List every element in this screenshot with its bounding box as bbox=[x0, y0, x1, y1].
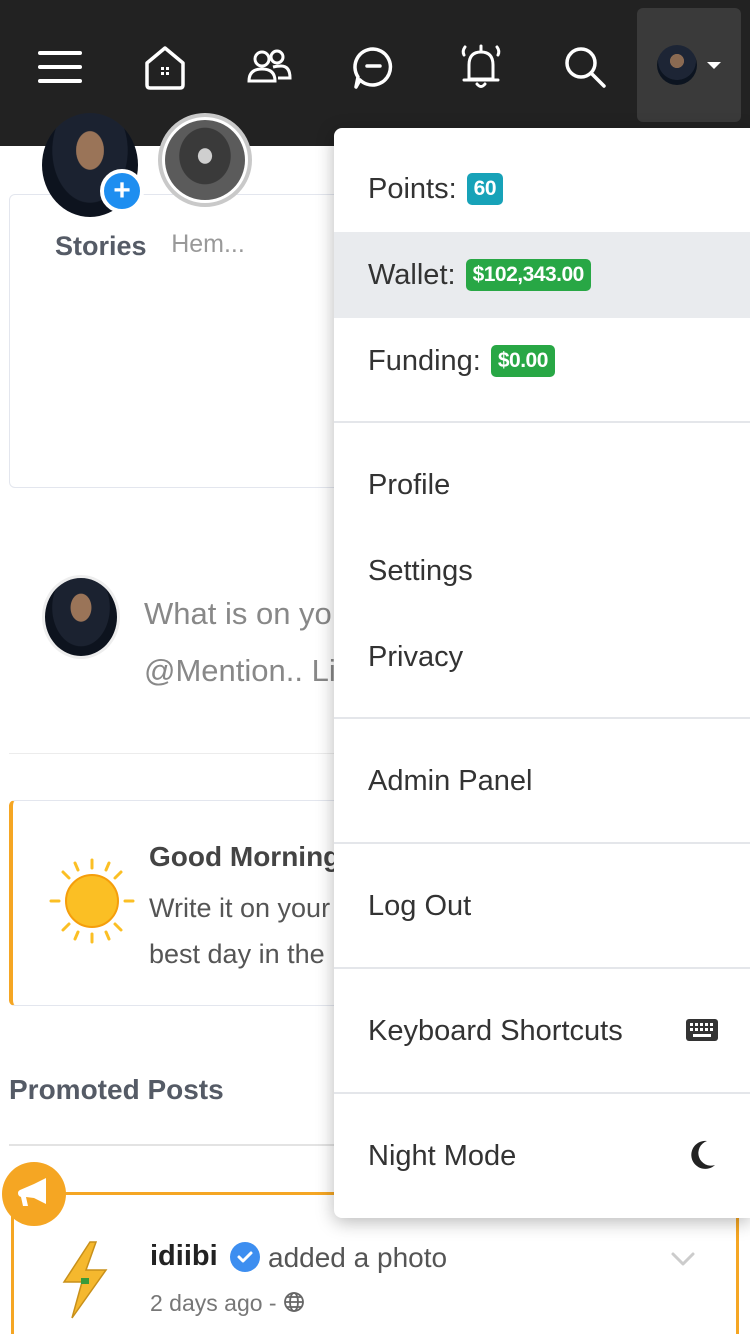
funding-label: Funding: bbox=[368, 344, 481, 377]
menu-divider bbox=[334, 421, 750, 423]
user-dropdown-menu: Points: 60 Wallet: $102,343.00 Funding: … bbox=[334, 128, 750, 1218]
chevron-down-icon[interactable] bbox=[668, 1244, 698, 1274]
post-action-text: added a photo bbox=[268, 1242, 448, 1273]
menu-divider bbox=[334, 842, 750, 844]
keyboard-shortcuts-label: Keyboard Shortcuts bbox=[368, 1014, 623, 1047]
megaphone-icon bbox=[2, 1162, 66, 1226]
post-author[interactable]: idiibi bbox=[150, 1240, 218, 1273]
divider bbox=[9, 1144, 369, 1146]
points-badge: 60 bbox=[466, 173, 504, 205]
post-time[interactable]: 2 days ago - bbox=[150, 1290, 277, 1317]
publisher-placeholder[interactable]: What is on yo @Mention.. Li bbox=[144, 585, 336, 699]
add-story-button[interactable]: + bbox=[42, 113, 144, 217]
avatar bbox=[657, 45, 697, 85]
story-avatar bbox=[165, 120, 245, 200]
admin-panel-item[interactable]: Admin Panel bbox=[334, 738, 750, 824]
messages-icon[interactable] bbox=[344, 38, 402, 96]
placeholder-line-2: @Mention.. Li bbox=[144, 653, 336, 688]
friends-icon[interactable] bbox=[240, 38, 298, 96]
menu-divider bbox=[334, 967, 750, 969]
greeting-line-2: best day in the bbox=[149, 939, 325, 969]
menu-divider bbox=[334, 717, 750, 719]
lightning-logo-icon bbox=[62, 1241, 108, 1319]
moon-icon bbox=[684, 1137, 720, 1173]
greeting-line-1: Write it on your bbox=[149, 893, 331, 923]
night-mode-label: Night Mode bbox=[368, 1139, 517, 1172]
menu-divider bbox=[334, 1092, 750, 1094]
greeting-card: Good Morning Write it on your best day i… bbox=[9, 800, 369, 1006]
promoted-posts-heading: Promoted Posts bbox=[9, 1074, 224, 1105]
caret-down-icon bbox=[707, 61, 721, 69]
menu-icon[interactable] bbox=[31, 38, 89, 96]
placeholder-line-1: What is on yo bbox=[144, 596, 332, 631]
profile-item[interactable]: Profile bbox=[334, 442, 750, 528]
post-publisher[interactable]: What is on yo @Mention.. Li bbox=[9, 560, 369, 754]
globe-icon bbox=[284, 1292, 304, 1312]
log-out-item[interactable]: Log Out bbox=[334, 863, 750, 949]
search-icon[interactable] bbox=[556, 38, 614, 96]
points-item[interactable]: Points: 60 bbox=[334, 146, 750, 232]
wallet-item[interactable]: Wallet: $102,343.00 bbox=[334, 232, 750, 318]
settings-item[interactable]: Settings bbox=[334, 528, 750, 614]
plus-icon: + bbox=[100, 169, 144, 213]
greeting-body: Write it on your best day in the bbox=[149, 885, 330, 977]
funding-badge: $0.00 bbox=[490, 345, 555, 377]
privacy-item[interactable]: Privacy bbox=[334, 614, 750, 700]
sun-icon bbox=[49, 858, 135, 944]
points-label: Points: bbox=[368, 172, 457, 205]
user-menu-button[interactable] bbox=[637, 8, 741, 122]
wallet-badge: $102,343.00 bbox=[465, 259, 591, 291]
funding-item[interactable]: Funding: $0.00 bbox=[334, 318, 750, 404]
stories-title: Stories bbox=[55, 231, 147, 261]
story-name: Hem... bbox=[171, 230, 245, 258]
wallet-label: Wallet: bbox=[368, 258, 456, 291]
home-icon[interactable] bbox=[136, 38, 194, 96]
avatar bbox=[42, 575, 120, 659]
keyboard-icon bbox=[684, 1012, 720, 1048]
verified-icon bbox=[230, 1242, 260, 1272]
notifications-icon[interactable] bbox=[452, 38, 510, 96]
story-item[interactable] bbox=[158, 113, 252, 207]
greeting-title: Good Morning bbox=[149, 841, 341, 872]
